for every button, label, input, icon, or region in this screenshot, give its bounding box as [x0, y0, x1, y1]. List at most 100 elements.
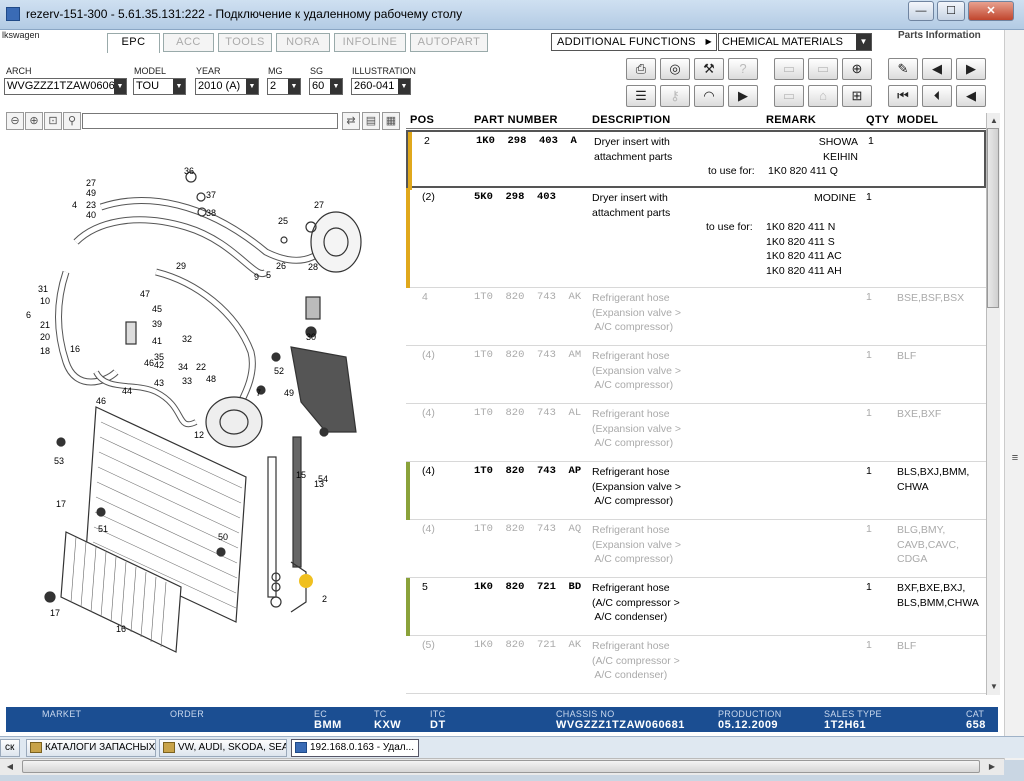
help-icon[interactable]: ? — [728, 58, 758, 80]
diagram-callout-label[interactable]: 12 — [194, 430, 204, 440]
chevron-down-icon[interactable]: ▼ — [288, 79, 300, 94]
gauge-icon[interactable]: ◠ — [694, 85, 724, 107]
chevron-down-icon[interactable]: ▼ — [246, 79, 258, 94]
outer-vertical-scrollbar[interactable]: ≡ — [1004, 30, 1024, 760]
play-step-icon[interactable]: ▶ — [728, 85, 758, 107]
scroll-down-icon[interactable]: ▼ — [986, 679, 1002, 695]
zoom-out-icon[interactable]: ⊖ — [6, 112, 24, 130]
depot-icon[interactable]: ▭ — [808, 58, 838, 80]
table-row[interactable]: (5) 1K0 820 721 AK Refrigerant hose (A/C c… — [406, 636, 986, 694]
diagram-callout-label[interactable]: 10 — [40, 296, 50, 306]
horizontal-scroll-thumb[interactable] — [22, 760, 980, 773]
diagram-callout-label[interactable]: 32 — [182, 334, 192, 344]
model-select[interactable]: TOU ▼ — [133, 78, 186, 95]
diagram-callout-label[interactable]: 15 — [296, 470, 306, 480]
scroll-right-icon[interactable]: ▶ — [984, 759, 1000, 775]
diagram-callout-label[interactable]: 44 — [122, 386, 132, 396]
taskbar-item-vw[interactable]: VW, AUDI, SKODA, SEAT — [159, 739, 287, 757]
diagram-callout-label[interactable]: 22 — [196, 362, 206, 372]
diagram-callout-label[interactable]: 28 — [308, 262, 318, 272]
diagram-callout-label[interactable]: 48 — [206, 374, 216, 384]
table-row[interactable]: 4 1T0 820 743 AK Refrigerant hose (Expansi… — [406, 288, 986, 346]
tab-infoline[interactable]: INFOLINE — [334, 33, 406, 52]
computer-icon[interactable]: ▭ — [774, 85, 804, 107]
diagram-callout-label[interactable]: 42 — [154, 360, 164, 370]
table-row[interactable]: 5 1K0 820 721 BD Refrigerant hose (A/C com… — [406, 578, 986, 636]
table-row[interactable]: (4) 1T0 820 743 AL Refrigerant hose (Expan… — [406, 404, 986, 462]
diagram-callout-label[interactable]: 46 — [96, 396, 106, 406]
print-icon[interactable]: ⎙ — [626, 58, 656, 80]
zoom-area-icon[interactable]: ⊕ — [25, 112, 43, 130]
diagram-callout-label[interactable]: 2 — [322, 594, 327, 604]
diagram-callout-label[interactable]: 52 — [274, 366, 284, 376]
diagram-callout-label[interactable]: 6 — [26, 310, 31, 320]
diagram-callout-label[interactable]: 40 — [86, 210, 96, 220]
diagram-callout-label[interactable]: 20 — [40, 332, 50, 342]
tab-autopart[interactable]: AUTOPART — [410, 33, 488, 52]
list-icon[interactable]: ☰ — [626, 85, 656, 107]
chevron-down-icon[interactable]: ▼ — [398, 79, 410, 94]
elsa-icon[interactable]: ▭ — [774, 58, 804, 80]
year-select[interactable]: 2010 (A) ▼ — [195, 78, 259, 95]
diagram-callout-label[interactable]: 41 — [152, 336, 162, 346]
taskbar-item-catalogs[interactable]: КАТАЛОГИ ЗАПАСНЫХ ... — [26, 739, 156, 757]
key-icon[interactable]: ⚷ — [660, 85, 690, 107]
cart-icon[interactable]: ⊞ — [842, 85, 872, 107]
diagram-callout-label[interactable]: 4 — [72, 200, 77, 210]
layout-icon[interactable]: ▤ — [362, 112, 380, 130]
diagram-callout-label[interactable]: 36 — [184, 166, 194, 176]
tab-tools[interactable]: TOOLS — [218, 33, 272, 52]
pin-icon[interactable]: ✎ — [888, 58, 918, 80]
cart-add-icon[interactable]: ⊕ — [842, 58, 872, 80]
diagram-callout-label[interactable]: 23 — [86, 200, 96, 210]
table-row[interactable]: (4) 1T0 820 743 AP Refrigerant hose (Expan… — [406, 462, 986, 520]
disc-icon[interactable]: ◎ — [660, 58, 690, 80]
diagram-callout-label[interactable]: 49 — [284, 388, 294, 398]
diagram-callout-label[interactable]: 25 — [278, 216, 288, 226]
tab-acc[interactable]: ACC — [163, 33, 214, 52]
diagram-callout-label[interactable]: 49 — [86, 188, 96, 198]
diagram-callout-label[interactable]: 5 — [266, 270, 271, 280]
window-title-bar[interactable]: rezerv-151-300 - 5.61.35.131:222 - Подкл… — [0, 0, 1024, 30]
network-icon[interactable]: ⌂ — [808, 85, 838, 107]
tab-epc[interactable]: EPC — [107, 33, 160, 53]
vin-search-field[interactable]: WVGZZZ1TZAW06068 ▼ — [4, 78, 127, 95]
table-row[interactable]: 2 1K0 298 403 A Dryer insert with attachme… — [406, 130, 986, 190]
table-row[interactable]: (2) 5K0 298 403 Dryer insert with attachme… — [406, 188, 986, 288]
diagram-callout-label[interactable]: 27 — [314, 200, 324, 210]
diagram-callout-label[interactable]: 13 — [314, 479, 324, 489]
parts-illustration[interactable]: 36 37 38 27 49 4 23 40 25 27 5 6 9 26 28 29 30 31 10 21 20 18… — [6, 132, 402, 692]
additional-functions-menu[interactable]: ADDITIONAL FUNCTIONS ▶ — [551, 33, 717, 51]
close-button[interactable]: ✕ — [968, 1, 1014, 21]
diagram-callout-label[interactable]: 39 — [152, 319, 162, 329]
diagram-callout-label[interactable]: 31 — [38, 284, 48, 294]
diagram-callout-label[interactable]: 43 — [154, 378, 164, 388]
chemical-materials-select[interactable]: CHEMICAL MATERIALS — [718, 33, 872, 51]
diagram-callout-label[interactable]: 37 — [206, 190, 216, 200]
diagram-callout-label[interactable]: 21 — [40, 320, 50, 330]
taskbar-item-remote[interactable]: 192.168.0.163 - Удал... — [291, 739, 419, 757]
zoom-fit-icon[interactable]: ⊡ — [44, 112, 62, 130]
tab-nora[interactable]: NORA — [276, 33, 330, 52]
diagram-callout-label[interactable]: 47 — [140, 289, 150, 299]
link-icon[interactable]: ⇄ — [342, 112, 360, 130]
page-prev-icon[interactable]: ◀ — [922, 58, 952, 80]
diagram-callout-label[interactable]: 29 — [176, 261, 186, 271]
diagram-callout-label[interactable]: 18 — [40, 346, 50, 356]
page-next-icon[interactable]: ▶ — [956, 58, 986, 80]
diagram-callout-label[interactable]: 7 — [256, 388, 261, 398]
diagram-callout-label[interactable]: 46 — [144, 358, 154, 368]
chevron-down-icon[interactable]: ▼ — [114, 79, 126, 94]
illustration-select[interactable]: 260-041 ▼ — [351, 78, 411, 95]
scroll-up-icon[interactable]: ▲ — [986, 113, 1002, 129]
diagram-callout-label[interactable]: 45 — [152, 304, 162, 314]
scroll-left-icon[interactable]: ◀ — [2, 759, 18, 775]
diagram-callout-label[interactable]: 16 — [116, 624, 126, 634]
chevron-down-icon[interactable]: ▼ — [173, 79, 185, 94]
grid-icon[interactable]: ▦ — [382, 112, 400, 130]
wrench-car-icon[interactable]: ⚒ — [694, 58, 724, 80]
prev-item-icon[interactable]: ⏴ — [922, 85, 952, 107]
diagram-callout-label[interactable]: 30 — [306, 332, 316, 342]
diagram-callout-label[interactable]: 38 — [206, 208, 216, 218]
diagram-callout-label[interactable]: 34 — [178, 362, 188, 372]
